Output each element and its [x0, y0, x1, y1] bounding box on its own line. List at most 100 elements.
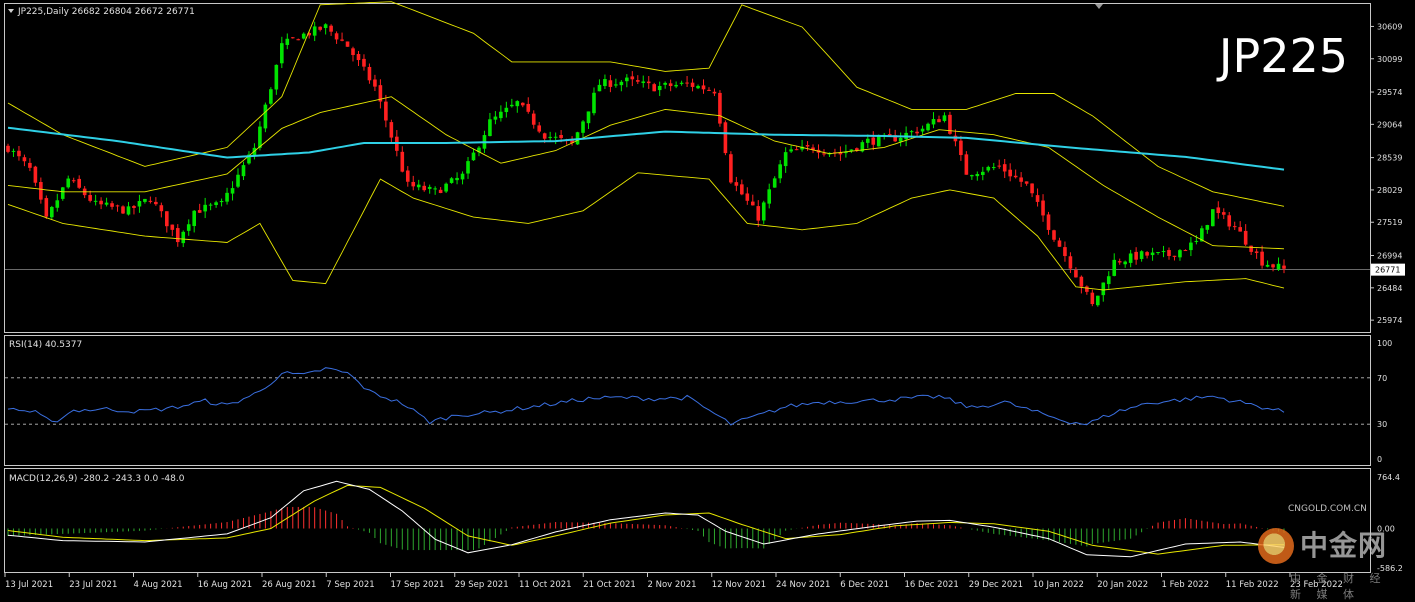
candle-body: [104, 202, 109, 205]
candle-body: [312, 26, 317, 36]
candle-body: [871, 137, 876, 145]
candle-body: [756, 206, 761, 221]
candle-body: [1008, 169, 1012, 177]
candle-body: [701, 85, 706, 90]
candle-body: [898, 137, 903, 142]
candle-body: [510, 104, 514, 107]
candle-body: [345, 41, 350, 47]
candle-body: [1260, 251, 1264, 266]
x-tick-label: 23 Jul 2021: [69, 580, 117, 590]
candle-body: [789, 149, 793, 152]
candle-body: [148, 200, 153, 202]
candle-body: [499, 111, 503, 119]
price-tick-label: 30099: [1377, 55, 1402, 64]
candle-body: [1041, 200, 1045, 216]
candle-body: [1112, 259, 1117, 276]
rsi-tick-label: 100: [1377, 339, 1392, 348]
candle-body: [740, 184, 744, 195]
candle-body: [466, 161, 470, 174]
candle-body: [1156, 252, 1160, 254]
watermark-brand: 中金网: [1300, 529, 1388, 562]
candle-body: [269, 89, 273, 104]
candle-body: [93, 200, 98, 202]
candle-body: [657, 85, 662, 91]
candle-body: [351, 48, 355, 56]
candle-body: [460, 173, 465, 180]
candle-body: [230, 188, 235, 194]
candle-body: [1128, 253, 1133, 263]
candle-body: [170, 224, 175, 230]
candle-body: [1134, 251, 1138, 260]
candle-body: [280, 43, 284, 64]
price-tick-label: 27519: [1377, 218, 1402, 227]
candle-body: [1123, 261, 1127, 265]
x-tick-label: 29 Dec 2021: [969, 580, 1023, 590]
candle-body: [175, 228, 180, 243]
candle-body: [1265, 264, 1270, 267]
candle-body: [329, 25, 333, 32]
candle-body: [126, 206, 131, 215]
candle-body: [154, 201, 158, 205]
candle-body: [258, 126, 262, 148]
candle-body: [1057, 240, 1062, 247]
candle-body: [1221, 212, 1226, 215]
candle-body: [1085, 286, 1089, 292]
candle-body: [44, 198, 49, 217]
candle-body: [389, 122, 394, 138]
candle-body: [121, 206, 125, 214]
candle-body: [1243, 230, 1248, 245]
candle-body: [712, 91, 717, 94]
candle-body: [1013, 175, 1018, 178]
candle-body: [241, 165, 246, 177]
candle-body: [625, 77, 629, 82]
candle-body: [592, 92, 596, 114]
candle-body: [975, 174, 980, 177]
candle-body: [1167, 250, 1171, 257]
candle-body: [367, 66, 372, 81]
candle-body: [301, 33, 306, 39]
candle-body: [1079, 276, 1084, 287]
x-tick-label: 4 Aug 2021: [134, 580, 183, 590]
candle-body: [531, 113, 536, 125]
candle-body: [767, 189, 772, 204]
chart-canvas: JP225,Daily 26682 26804 26672 26771 JP22…: [0, 0, 1415, 598]
candle-body: [192, 210, 196, 227]
candle-body: [926, 123, 930, 131]
candle-body: [608, 80, 613, 87]
candle-body: [356, 54, 361, 61]
candle-body: [718, 92, 722, 124]
candle-body: [1254, 251, 1259, 253]
candle-body: [1178, 250, 1182, 258]
candle-body: [822, 153, 826, 155]
candle-body: [1189, 242, 1193, 251]
candle-body: [542, 133, 547, 139]
candle-body: [1106, 276, 1111, 285]
candle-body: [783, 152, 788, 167]
candle-body: [449, 178, 454, 183]
x-tick-label: 10 Jan 2022: [1033, 580, 1084, 590]
candle-body: [1090, 292, 1095, 305]
candle-body: [915, 131, 919, 134]
candle-body: [729, 154, 733, 183]
candle-body: [723, 122, 728, 154]
candle-body: [362, 58, 366, 67]
candle-body: [1276, 263, 1281, 270]
candle-body: [581, 121, 585, 133]
candle-body: [203, 204, 207, 212]
price-tick-label: 26994: [1377, 252, 1402, 261]
x-tick-label: 7 Sep 2021: [326, 580, 374, 590]
candle-body: [1030, 183, 1034, 194]
x-tick-label: 17 Sep 2021: [391, 580, 445, 590]
candle-body: [679, 82, 684, 84]
candle-body: [384, 101, 388, 121]
candle-body: [937, 119, 941, 123]
candle-body: [1216, 207, 1221, 214]
chart-watermark-title: JP225: [1216, 29, 1348, 83]
candle-body: [1150, 252, 1155, 256]
price-tick-label: 29064: [1377, 120, 1402, 129]
candle-body: [559, 135, 563, 139]
watermark-tagline: 中 金 财 经 新 媒 体: [1290, 572, 1387, 601]
candle-body: [1183, 250, 1188, 252]
candle-body: [471, 152, 476, 161]
candle-body: [181, 231, 186, 244]
